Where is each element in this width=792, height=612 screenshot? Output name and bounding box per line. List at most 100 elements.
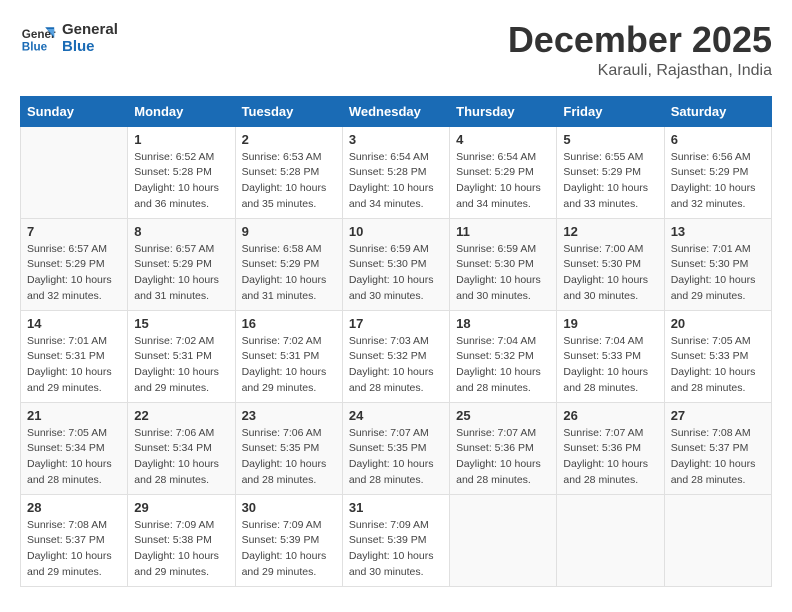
calendar-cell: 12 Sunrise: 7:00 AMSunset: 5:30 PMDayligh… <box>557 218 664 310</box>
day-number: 1 <box>134 132 228 147</box>
day-number: 3 <box>349 132 443 147</box>
day-info: Sunrise: 7:06 AMSunset: 5:35 PMDaylight:… <box>242 426 336 489</box>
calendar-cell: 13 Sunrise: 7:01 AMSunset: 5:30 PMDayligh… <box>664 218 771 310</box>
logo-icon: General Blue <box>20 20 56 56</box>
logo: General Blue General Blue <box>20 20 118 56</box>
calendar-cell: 3 Sunrise: 6:54 AMSunset: 5:28 PMDaylight… <box>342 126 449 218</box>
day-info: Sunrise: 6:53 AMSunset: 5:28 PMDaylight:… <box>242 150 336 213</box>
day-number: 31 <box>349 500 443 515</box>
calendar-cell: 18 Sunrise: 7:04 AMSunset: 5:32 PMDayligh… <box>450 310 557 402</box>
day-info: Sunrise: 7:06 AMSunset: 5:34 PMDaylight:… <box>134 426 228 489</box>
day-number: 12 <box>563 224 657 239</box>
calendar-cell: 29 Sunrise: 7:09 AMSunset: 5:38 PMDayligh… <box>128 494 235 586</box>
week-row-4: 21 Sunrise: 7:05 AMSunset: 5:34 PMDayligh… <box>21 402 772 494</box>
day-number: 2 <box>242 132 336 147</box>
day-info: Sunrise: 6:57 AMSunset: 5:29 PMDaylight:… <box>134 242 228 305</box>
day-number: 6 <box>671 132 765 147</box>
day-info: Sunrise: 6:58 AMSunset: 5:29 PMDaylight:… <box>242 242 336 305</box>
calendar-cell: 14 Sunrise: 7:01 AMSunset: 5:31 PMDayligh… <box>21 310 128 402</box>
day-info: Sunrise: 7:09 AMSunset: 5:39 PMDaylight:… <box>349 518 443 581</box>
calendar-cell: 15Sunrise: 7:02 AMSunset: 5:31 PMDayligh… <box>128 310 235 402</box>
week-row-5: 28 Sunrise: 7:08 AMSunset: 5:37 PMDayligh… <box>21 494 772 586</box>
day-info: Sunrise: 7:08 AMSunset: 5:37 PMDaylight:… <box>27 518 121 581</box>
weekday-header-saturday: Saturday <box>664 96 771 126</box>
day-number: 27 <box>671 408 765 423</box>
month-title: December 2025 <box>508 20 772 60</box>
day-info: Sunrise: 7:08 AMSunset: 5:37 PMDaylight:… <box>671 426 765 489</box>
calendar-cell: 19 Sunrise: 7:04 AMSunset: 5:33 PMDayligh… <box>557 310 664 402</box>
day-info: Sunrise: 7:07 AMSunset: 5:36 PMDaylight:… <box>563 426 657 489</box>
day-info: Sunrise: 7:09 AMSunset: 5:39 PMDaylight:… <box>242 518 336 581</box>
day-number: 7 <box>27 224 121 239</box>
day-number: 29 <box>134 500 228 515</box>
day-info: Sunrise: 6:59 AMSunset: 5:30 PMDaylight:… <box>349 242 443 305</box>
day-info: Sunrise: 6:54 AMSunset: 5:28 PMDaylight:… <box>349 150 443 213</box>
day-info: Sunrise: 6:54 AMSunset: 5:29 PMDaylight:… <box>456 150 550 213</box>
day-info: Sunrise: 7:05 AMSunset: 5:34 PMDaylight:… <box>27 426 121 489</box>
weekday-header-thursday: Thursday <box>450 96 557 126</box>
calendar-cell: 16 Sunrise: 7:02 AMSunset: 5:31 PMDayligh… <box>235 310 342 402</box>
calendar-cell: 8Sunrise: 6:57 AMSunset: 5:29 PMDaylight… <box>128 218 235 310</box>
week-row-3: 14 Sunrise: 7:01 AMSunset: 5:31 PMDayligh… <box>21 310 772 402</box>
calendar-cell: 10 Sunrise: 6:59 AMSunset: 5:30 PMDayligh… <box>342 218 449 310</box>
calendar-cell: 11 Sunrise: 6:59 AMSunset: 5:30 PMDayligh… <box>450 218 557 310</box>
calendar-cell: 4 Sunrise: 6:54 AMSunset: 5:29 PMDaylight… <box>450 126 557 218</box>
weekday-header-monday: Monday <box>128 96 235 126</box>
day-info: Sunrise: 6:57 AMSunset: 5:29 PMDaylight:… <box>27 242 121 305</box>
calendar-cell <box>21 126 128 218</box>
day-info: Sunrise: 7:04 AMSunset: 5:32 PMDaylight:… <box>456 334 550 397</box>
weekday-header-sunday: Sunday <box>21 96 128 126</box>
day-number: 21 <box>27 408 121 423</box>
calendar-table: SundayMondayTuesdayWednesdayThursdayFrid… <box>20 96 772 587</box>
day-info: Sunrise: 6:56 AMSunset: 5:29 PMDaylight:… <box>671 150 765 213</box>
weekday-header-row: SundayMondayTuesdayWednesdayThursdayFrid… <box>21 96 772 126</box>
day-info: Sunrise: 7:05 AMSunset: 5:33 PMDaylight:… <box>671 334 765 397</box>
weekday-header-wednesday: Wednesday <box>342 96 449 126</box>
week-row-2: 7 Sunrise: 6:57 AMSunset: 5:29 PMDaylight… <box>21 218 772 310</box>
calendar-cell: 22 Sunrise: 7:06 AMSunset: 5:34 PMDayligh… <box>128 402 235 494</box>
day-number: 28 <box>27 500 121 515</box>
day-number: 20 <box>671 316 765 331</box>
day-number: 22 <box>134 408 228 423</box>
title-block: December 2025 Karauli, Rajasthan, India <box>508 20 772 80</box>
day-number: 14 <box>27 316 121 331</box>
day-number: 25 <box>456 408 550 423</box>
weekday-header-tuesday: Tuesday <box>235 96 342 126</box>
page-header: General Blue General Blue December 2025 … <box>20 20 772 80</box>
day-info: Sunrise: 6:52 AMSunset: 5:28 PMDaylight:… <box>134 150 228 213</box>
svg-text:Blue: Blue <box>22 41 48 54</box>
day-number: 30 <box>242 500 336 515</box>
day-number: 24 <box>349 408 443 423</box>
day-number: 11 <box>456 224 550 239</box>
day-number: 13 <box>671 224 765 239</box>
day-info: Sunrise: 7:04 AMSunset: 5:33 PMDaylight:… <box>563 334 657 397</box>
calendar-cell: 25 Sunrise: 7:07 AMSunset: 5:36 PMDayligh… <box>450 402 557 494</box>
day-number: 5 <box>563 132 657 147</box>
calendar-cell: 7 Sunrise: 6:57 AMSunset: 5:29 PMDaylight… <box>21 218 128 310</box>
day-info: Sunrise: 7:09 AMSunset: 5:38 PMDaylight:… <box>134 518 228 581</box>
calendar-cell: 28 Sunrise: 7:08 AMSunset: 5:37 PMDayligh… <box>21 494 128 586</box>
day-info: Sunrise: 7:00 AMSunset: 5:30 PMDaylight:… <box>563 242 657 305</box>
day-number: 19 <box>563 316 657 331</box>
calendar-cell: 1 Sunrise: 6:52 AMSunset: 5:28 PMDaylight… <box>128 126 235 218</box>
calendar-cell <box>450 494 557 586</box>
day-number: 18 <box>456 316 550 331</box>
day-number: 4 <box>456 132 550 147</box>
calendar-cell: 24 Sunrise: 7:07 AMSunset: 5:35 PMDayligh… <box>342 402 449 494</box>
day-number: 23 <box>242 408 336 423</box>
day-info: Sunrise: 7:02 AMSunset: 5:31 PMDaylight:… <box>242 334 336 397</box>
day-info: Sunrise: 7:01 AMSunset: 5:31 PMDaylight:… <box>27 334 121 397</box>
calendar-cell: 2 Sunrise: 6:53 AMSunset: 5:28 PMDaylight… <box>235 126 342 218</box>
day-info: Sunrise: 7:07 AMSunset: 5:35 PMDaylight:… <box>349 426 443 489</box>
calendar-cell: 20 Sunrise: 7:05 AMSunset: 5:33 PMDayligh… <box>664 310 771 402</box>
calendar-cell: 6 Sunrise: 6:56 AMSunset: 5:29 PMDaylight… <box>664 126 771 218</box>
day-number: 15 <box>134 316 228 331</box>
calendar-cell <box>557 494 664 586</box>
calendar-cell: 21 Sunrise: 7:05 AMSunset: 5:34 PMDayligh… <box>21 402 128 494</box>
day-info: Sunrise: 6:59 AMSunset: 5:30 PMDaylight:… <box>456 242 550 305</box>
day-info: Sunrise: 7:07 AMSunset: 5:36 PMDaylight:… <box>456 426 550 489</box>
day-number: 16 <box>242 316 336 331</box>
day-number: 10 <box>349 224 443 239</box>
day-info: Sunrise: 7:01 AMSunset: 5:30 PMDaylight:… <box>671 242 765 305</box>
day-number: 17 <box>349 316 443 331</box>
